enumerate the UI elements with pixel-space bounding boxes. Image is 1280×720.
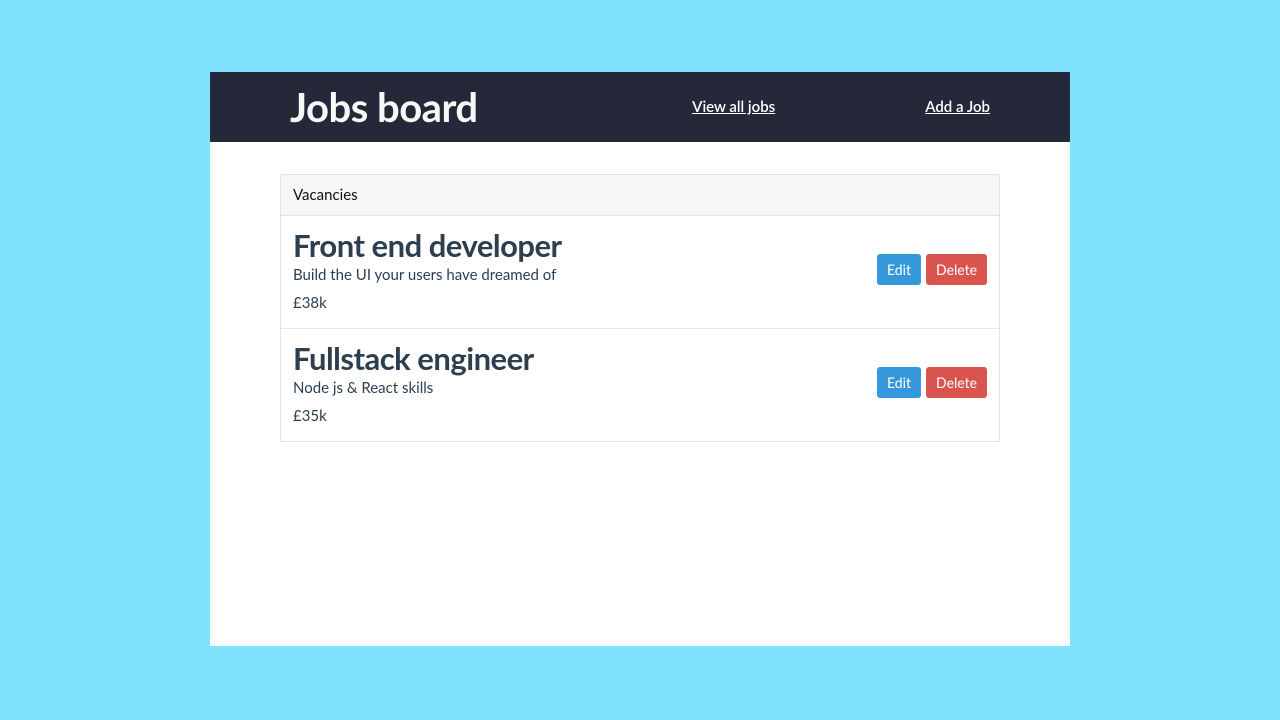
job-description: Node js & React skills [293, 379, 877, 397]
job-salary: £35k [293, 407, 877, 425]
panel-header: Vacancies [281, 175, 999, 216]
edit-button[interactable]: Edit [877, 367, 921, 398]
navbar: Jobs board View all jobs Add a Job [210, 72, 1070, 142]
job-salary: £38k [293, 294, 877, 312]
edit-button[interactable]: Edit [877, 254, 921, 285]
job-info: Front end developer Build the UI your us… [293, 226, 877, 312]
nav-link-add-job[interactable]: Add a Job [925, 98, 990, 116]
nav-link-view-all[interactable]: View all jobs [692, 98, 775, 116]
nav-links: View all jobs Add a Job [692, 98, 990, 116]
job-title[interactable]: Front end developer [293, 226, 877, 264]
delete-button[interactable]: Delete [926, 367, 987, 398]
navbar-brand[interactable]: Jobs board [290, 83, 478, 131]
content: Vacancies Front end developer Build the … [210, 142, 1070, 442]
app-window: Jobs board View all jobs Add a Job Vacan… [210, 72, 1070, 646]
job-description: Build the UI your users have dreamed of [293, 266, 877, 284]
delete-button[interactable]: Delete [926, 254, 987, 285]
job-actions: Edit Delete [877, 254, 987, 285]
job-info: Fullstack engineer Node js & React skill… [293, 339, 877, 425]
job-title[interactable]: Fullstack engineer [293, 339, 877, 377]
job-item: Fullstack engineer Node js & React skill… [281, 329, 999, 441]
vacancies-panel: Vacancies Front end developer Build the … [280, 174, 1000, 442]
job-actions: Edit Delete [877, 367, 987, 398]
job-item: Front end developer Build the UI your us… [281, 216, 999, 329]
